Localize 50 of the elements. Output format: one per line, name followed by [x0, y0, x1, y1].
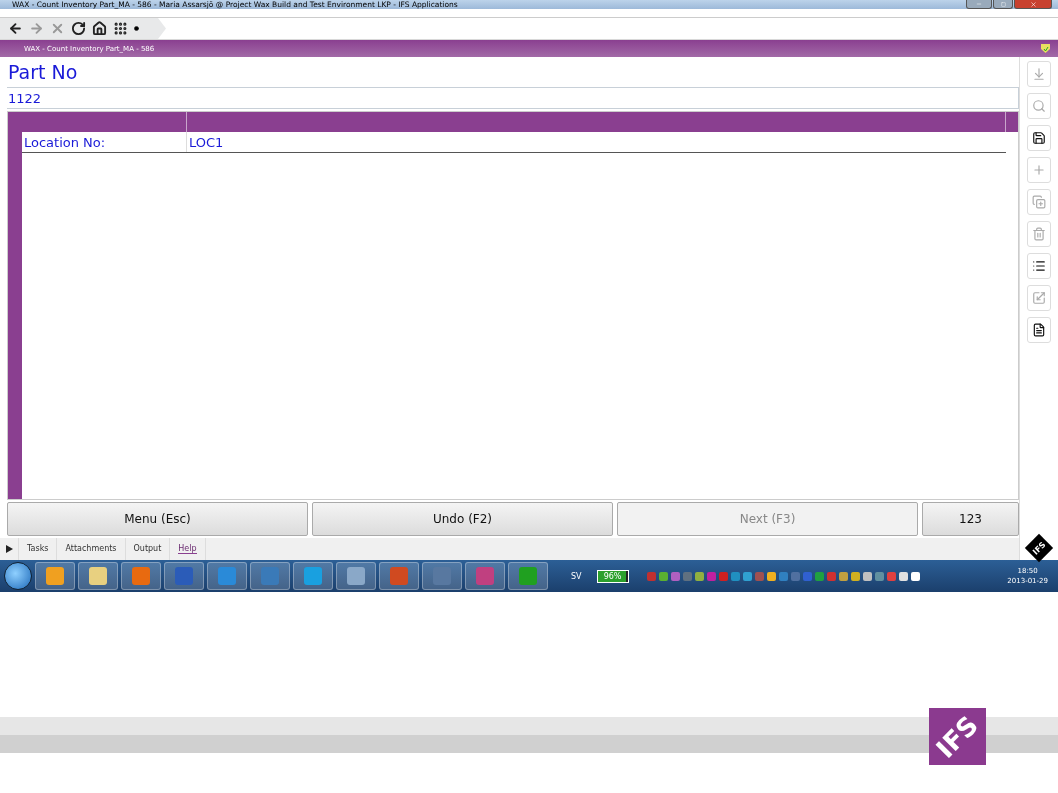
refresh-icon[interactable]: [71, 21, 86, 36]
bottom-tab[interactable]: Output: [133, 544, 162, 554]
taskbar-app-button[interactable]: [121, 562, 161, 590]
dot-icon[interactable]: [134, 26, 139, 31]
document-icon: [1032, 323, 1046, 337]
field-label: Part No: [7, 57, 1019, 88]
minimize-button[interactable]: [966, 0, 992, 9]
bottom-tab[interactable]: Tasks: [27, 544, 49, 554]
taskbar-app-button[interactable]: [379, 562, 419, 590]
taskbar-app-button[interactable]: [508, 562, 548, 590]
shield-icon[interactable]: [1041, 44, 1050, 53]
action-button[interactable]: 123: [922, 502, 1019, 536]
list-icon: [1032, 259, 1046, 273]
copy-icon: [1032, 195, 1046, 209]
taskbar-app-button[interactable]: [293, 562, 333, 590]
part-no-field[interactable]: 1122: [7, 88, 1019, 109]
home-icon[interactable]: [92, 21, 107, 36]
bottom-tab[interactable]: Help: [178, 544, 197, 554]
expand-icon[interactable]: [5, 545, 13, 553]
taskbar-app-button[interactable]: [78, 562, 118, 590]
taskbar-app-button[interactable]: [164, 562, 204, 590]
taskbar-app-button[interactable]: [422, 562, 462, 590]
start-button[interactable]: [4, 562, 32, 590]
taskbar-app-button[interactable]: [336, 562, 376, 590]
logo: IFS: [929, 708, 986, 765]
close-icon: [1029, 0, 1037, 8]
download-icon: [1032, 67, 1046, 81]
back-icon[interactable]: [8, 21, 23, 36]
tool-button[interactable]: [1027, 253, 1051, 279]
table-cell-text: LOC1: [188, 133, 225, 152]
save-icon: [1032, 131, 1046, 145]
action-button[interactable]: Undo (F2): [312, 502, 613, 536]
maximize-icon: [1000, 1, 1006, 7]
tool-button[interactable]: [1027, 317, 1051, 343]
taskbar-app-button[interactable]: [207, 562, 247, 590]
bottom-tab[interactable]: Attachments: [65, 544, 117, 554]
language-indicator[interactable]: SV: [571, 571, 582, 581]
table-cell: Location No:: [22, 132, 187, 152]
close-button[interactable]: [1014, 0, 1052, 9]
tool-button[interactable]: [1027, 125, 1051, 151]
trash-icon: [1032, 227, 1046, 241]
minimize-icon: [976, 1, 982, 7]
taskbar-app-button[interactable]: [250, 562, 290, 590]
taskbar-app-button[interactable]: [465, 562, 505, 590]
plus-icon: [1032, 163, 1046, 177]
logo: IFS: [1024, 533, 1054, 563]
grid-icon[interactable]: [113, 21, 128, 36]
search-icon: [1032, 99, 1046, 113]
action-button[interactable]: Menu (Esc): [7, 502, 308, 536]
resize-icon: [1032, 291, 1046, 305]
